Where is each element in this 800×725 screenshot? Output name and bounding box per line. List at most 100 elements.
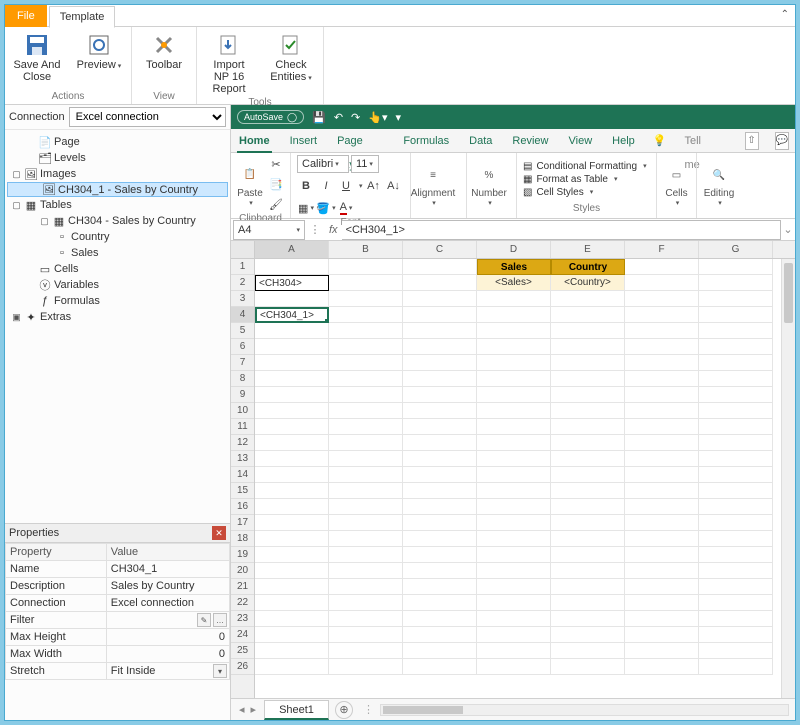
fill-color-button[interactable]: 🪣▾ <box>318 200 334 216</box>
cell-B12[interactable] <box>329 435 403 451</box>
prop-maxw-value[interactable]: 0 <box>106 646 229 663</box>
cell-G16[interactable] <box>699 499 773 515</box>
row-header[interactable]: 20 <box>231 563 254 579</box>
connection-select[interactable]: Excel connection <box>69 107 226 127</box>
cell-E8[interactable] <box>551 371 625 387</box>
cell-A12[interactable] <box>255 435 329 451</box>
row-header[interactable]: 12 <box>231 435 254 451</box>
prop-name-value[interactable]: CH304_1 <box>106 561 229 578</box>
next-sheet-icon[interactable]: ▸ <box>251 703 257 716</box>
tree-table-item[interactable]: CH304 - Sales by Country <box>68 215 196 227</box>
cell-E16[interactable] <box>551 499 625 515</box>
cell-E14[interactable] <box>551 467 625 483</box>
cell-C18[interactable] <box>403 531 477 547</box>
cell-G18[interactable] <box>699 531 773 547</box>
cell-G6[interactable] <box>699 339 773 355</box>
cell-A3[interactable] <box>255 291 329 307</box>
close-properties-icon[interactable]: ✕ <box>212 526 226 540</box>
tree-images[interactable]: Images <box>40 168 76 180</box>
cell-D25[interactable] <box>477 643 551 659</box>
col-header[interactable]: C <box>403 241 477 258</box>
cell-B23[interactable] <box>329 611 403 627</box>
cell-F6[interactable] <box>625 339 699 355</box>
cell-B11[interactable] <box>329 419 403 435</box>
row-header[interactable]: 11 <box>231 419 254 435</box>
tab-pagelayout[interactable]: Page Layout <box>335 129 385 153</box>
prop-desc-value[interactable]: Sales by Country <box>106 578 229 595</box>
cell-styles-button[interactable]: ▧Cell Styles▾ <box>523 187 647 198</box>
horizontal-scrollbar[interactable] <box>380 704 789 716</box>
template-tab[interactable]: Template <box>49 6 116 28</box>
cell-C25[interactable] <box>403 643 477 659</box>
cell-G10[interactable] <box>699 403 773 419</box>
collapse-icon[interactable]: ▢ <box>11 169 22 180</box>
row-header[interactable]: 13 <box>231 451 254 467</box>
cell-D16[interactable] <box>477 499 551 515</box>
cell-G3[interactable] <box>699 291 773 307</box>
cell-C15[interactable] <box>403 483 477 499</box>
prop-filter-value[interactable]: ✎… <box>106 612 229 629</box>
number-button[interactable]: %Number▾ <box>473 162 505 207</box>
cell-C2[interactable] <box>403 275 477 291</box>
tree-formulas[interactable]: Formulas <box>54 295 100 307</box>
tab-help[interactable]: Help <box>610 129 637 153</box>
cell-B18[interactable] <box>329 531 403 547</box>
cell-A9[interactable] <box>255 387 329 403</box>
cell-F25[interactable] <box>625 643 699 659</box>
row-headers[interactable]: 1234567891011121314151617181920212223242… <box>231 241 255 698</box>
font-name-select[interactable]: Calibri ▾ <box>297 155 349 173</box>
cell-C13[interactable] <box>403 451 477 467</box>
cell-B3[interactable] <box>329 291 403 307</box>
cell-F1[interactable] <box>625 259 699 275</box>
tree-image-item[interactable]: 🖼CH304_1 - Sales by Country <box>7 182 228 197</box>
cell-E25[interactable] <box>551 643 625 659</box>
cell-D10[interactable] <box>477 403 551 419</box>
cell-F21[interactable] <box>625 579 699 595</box>
tell-me-input[interactable]: Tell me <box>682 129 712 153</box>
cell-C12[interactable] <box>403 435 477 451</box>
cell-F15[interactable] <box>625 483 699 499</box>
cell-B22[interactable] <box>329 595 403 611</box>
share-icon[interactable]: ⇧ <box>745 132 759 150</box>
cell-C16[interactable] <box>403 499 477 515</box>
tree-page[interactable]: Page <box>54 136 80 148</box>
cell-A11[interactable] <box>255 419 329 435</box>
cell-F12[interactable] <box>625 435 699 451</box>
toolbar-button[interactable]: Toolbar <box>140 31 188 71</box>
tab-formulas[interactable]: Formulas <box>401 129 451 153</box>
cell-F19[interactable] <box>625 547 699 563</box>
cell-B10[interactable] <box>329 403 403 419</box>
tree-field-sales[interactable]: Sales <box>71 247 99 259</box>
cell-E2[interactable]: <Country> <box>551 275 625 291</box>
row-header[interactable]: 6 <box>231 339 254 355</box>
font-size-select[interactable]: 11 ▾ <box>351 155 379 173</box>
cell-D9[interactable] <box>477 387 551 403</box>
row-header[interactable]: 8 <box>231 371 254 387</box>
paste-button[interactable]: 📋Paste▾ <box>237 162 263 207</box>
select-all-corner[interactable] <box>231 241 254 259</box>
cell-F17[interactable] <box>625 515 699 531</box>
cell-F18[interactable] <box>625 531 699 547</box>
expand-formula-icon[interactable]: ⌄ <box>781 223 795 236</box>
row-header[interactable]: 2 <box>231 275 254 291</box>
cell-D11[interactable] <box>477 419 551 435</box>
cell-C9[interactable] <box>403 387 477 403</box>
cell-B16[interactable] <box>329 499 403 515</box>
col-header[interactable]: F <box>625 241 699 258</box>
format-as-table-button[interactable]: ▦Format as Table▾ <box>523 174 647 185</box>
cell-G20[interactable] <box>699 563 773 579</box>
cell-B14[interactable] <box>329 467 403 483</box>
cell-B20[interactable] <box>329 563 403 579</box>
row-header[interactable]: 22 <box>231 595 254 611</box>
cell-C8[interactable] <box>403 371 477 387</box>
cell-A10[interactable] <box>255 403 329 419</box>
cell-G19[interactable] <box>699 547 773 563</box>
cell-C11[interactable] <box>403 419 477 435</box>
row-header[interactable]: 25 <box>231 643 254 659</box>
col-header[interactable]: B <box>329 241 403 258</box>
prev-sheet-icon[interactable]: ◂ <box>239 703 245 716</box>
cell-G26[interactable] <box>699 659 773 675</box>
row-header[interactable]: 1 <box>231 259 254 275</box>
cell-E15[interactable] <box>551 483 625 499</box>
col-header[interactable]: A <box>255 241 329 258</box>
